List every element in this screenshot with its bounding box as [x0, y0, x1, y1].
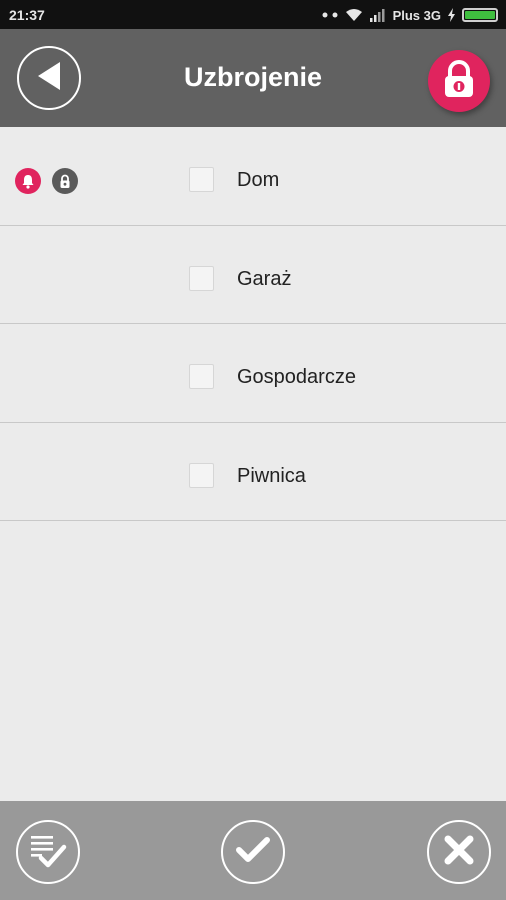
zone-row[interactable]: Garaż: [0, 226, 506, 324]
select-all-button[interactable]: [16, 820, 80, 884]
zone-row[interactable]: Dom: [0, 127, 506, 226]
battery-icon: [462, 8, 498, 22]
lock-status-icon: [52, 168, 78, 194]
cancel-x-icon: [443, 834, 475, 871]
zone-status-indicators: [15, 168, 78, 194]
alarm-bell-icon: [15, 168, 41, 194]
footer-bar: [0, 801, 506, 900]
zone-row[interactable]: Gospodarcze: [0, 324, 506, 423]
cancel-button[interactable]: [427, 820, 491, 884]
confirm-check-icon: [235, 835, 271, 870]
zone-checkbox[interactable]: [189, 167, 214, 192]
network-label: Plus 3G: [392, 7, 441, 23]
charging-icon: [447, 8, 456, 22]
confirm-button[interactable]: [221, 820, 285, 884]
status-time: 21:37: [9, 7, 45, 23]
status-icons: Plus 3G: [321, 5, 498, 25]
status-bar: 21:37 Plus 3G: [0, 0, 506, 29]
zone-checkbox[interactable]: [189, 364, 214, 389]
header-bar: Uzbrojenie: [0, 29, 506, 127]
dnd-icon: [321, 10, 339, 20]
zone-label: Garaż: [237, 267, 292, 290]
padlock-icon: [442, 59, 476, 104]
signal-icon: [369, 8, 387, 22]
wifi-icon: [345, 8, 363, 22]
zone-row[interactable]: Piwnica: [0, 423, 506, 521]
zone-label: Gospodarcze: [237, 366, 356, 388]
zone-checkbox[interactable]: [189, 265, 214, 291]
zone-checkbox[interactable]: [189, 462, 214, 488]
zone-list: Dom Garaż Gospodarcze Piwnica: [0, 127, 506, 521]
select-all-icon: [28, 832, 68, 873]
zone-label: Dom: [237, 169, 280, 191]
battery-level: [465, 11, 495, 19]
zone-label: Piwnica: [237, 464, 306, 487]
lock-button[interactable]: [428, 50, 490, 112]
